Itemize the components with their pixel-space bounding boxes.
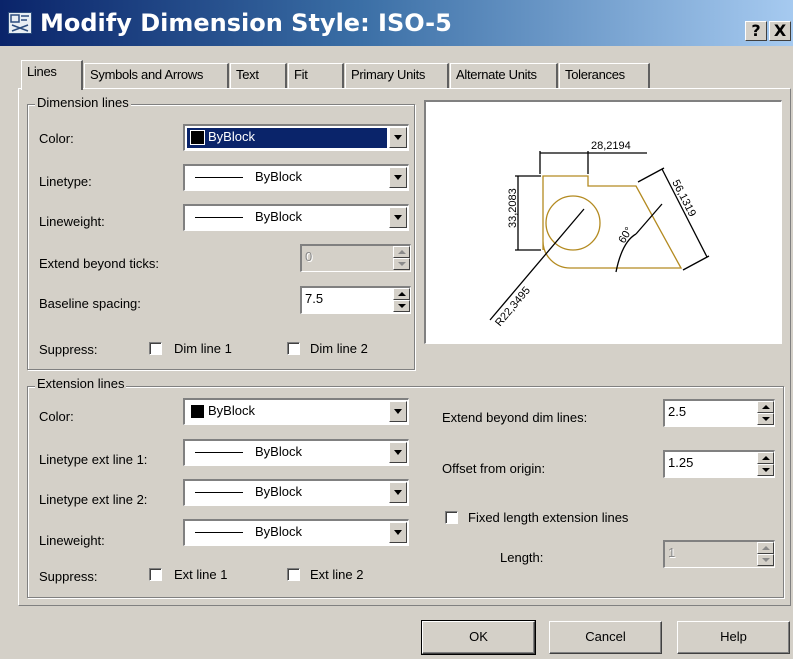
ext-linetype-1-value: ByBlock <box>255 444 302 459</box>
ext-line-2-label: Ext line 2 <box>310 567 364 582</box>
chevron-down-icon[interactable] <box>389 167 407 188</box>
ext-linetype-1-label: Linetype ext line 1: <box>39 452 148 467</box>
dim-line-1-checkbox[interactable] <box>149 342 162 355</box>
linetype-sample <box>195 492 243 493</box>
fixed-length-checkbox[interactable] <box>445 511 458 524</box>
spin-up-icon[interactable] <box>393 288 410 300</box>
help-title-button[interactable]: ? <box>745 21 767 41</box>
extend-beyond-dim-lines-value: 2.5 <box>668 404 687 419</box>
spin-down-icon[interactable] <box>393 300 410 312</box>
linetype-sample <box>195 177 243 178</box>
baseline-spacing-value: 7.5 <box>305 291 324 306</box>
chevron-down-icon[interactable] <box>389 522 407 543</box>
dim-color-dropdown[interactable]: ByBlock <box>183 124 409 151</box>
tab-alternate-units[interactable]: Alternate Units <box>450 63 558 88</box>
dim-linetype-value: ByBlock <box>255 169 302 184</box>
tab-primary-units[interactable]: Primary Units <box>345 63 449 88</box>
ext-color-value: ByBlock <box>208 403 255 418</box>
tab-fit[interactable]: Fit <box>288 63 344 88</box>
chevron-down-icon[interactable] <box>389 207 407 228</box>
ext-line-2-checkbox[interactable] <box>287 568 300 581</box>
ext-linetype-2-dropdown[interactable]: ByBlock <box>183 479 409 506</box>
extend-beyond-dim-lines-spinner[interactable]: 2.5 <box>663 399 775 427</box>
spin-down-icon[interactable] <box>757 464 774 476</box>
spin-up-icon[interactable] <box>757 401 774 413</box>
tab-text[interactable]: Text <box>230 63 287 88</box>
dim-line-2-checkbox[interactable] <box>287 342 300 355</box>
color-swatch <box>190 130 205 145</box>
tab-tolerances[interactable]: Tolerances <box>559 63 650 88</box>
lineweight-sample <box>195 532 243 533</box>
spin-up-icon[interactable] <box>757 452 774 464</box>
offset-from-origin-label: Offset from origin: <box>442 461 546 476</box>
fixed-length-label: Fixed length extension lines <box>468 510 629 525</box>
ext-linetype-2-value: ByBlock <box>255 484 302 499</box>
dim-left-text: 33,2083 <box>507 188 519 228</box>
dim-linetype-dropdown[interactable]: ByBlock <box>183 164 409 191</box>
chevron-down-icon[interactable] <box>389 127 407 148</box>
dim-line-1-label: Dim line 1 <box>174 341 232 356</box>
help-button[interactable]: Help <box>677 621 790 654</box>
dimension-preview: 28,2194 33,2083 56,1319 60° R22,3495 <box>424 100 782 344</box>
length-spinner: 1 <box>663 540 775 568</box>
close-button[interactable]: X <box>769 21 791 41</box>
angle-text: 60° <box>616 225 635 245</box>
baseline-spacing-label: Baseline spacing: <box>39 296 141 311</box>
window-title: Modify Dimension Style: ISO-5 <box>40 9 452 37</box>
ext-color-dropdown[interactable]: ByBlock <box>183 398 409 425</box>
spin-down-icon <box>757 554 774 566</box>
offset-from-origin-spinner[interactable]: 1.25 <box>663 450 775 478</box>
color-swatch <box>191 405 204 418</box>
extend-beyond-dim-lines-label: Extend beyond dim lines: <box>442 410 588 425</box>
spin-up-icon <box>393 246 410 258</box>
ok-button[interactable]: OK <box>421 620 536 655</box>
length-value: 1 <box>668 545 676 560</box>
ext-line-1-label: Ext line 1 <box>174 567 228 582</box>
chevron-down-icon[interactable] <box>389 442 407 463</box>
dim-linetype-label: Linetype: <box>39 174 92 189</box>
dim-color-label: Color: <box>39 131 74 146</box>
dim-top-text: 28,2194 <box>591 140 631 152</box>
dim-color-value: ByBlock <box>208 129 255 144</box>
app-icon <box>8 12 32 34</box>
ext-color-label: Color: <box>39 409 74 424</box>
dim-lineweight-dropdown[interactable]: ByBlock <box>183 204 409 231</box>
dim-suppress-label: Suppress: <box>39 342 98 357</box>
spin-up-icon <box>757 542 774 554</box>
spin-down-icon[interactable] <box>757 413 774 425</box>
spin-down-icon <box>393 258 410 270</box>
lineweight-sample <box>195 217 243 218</box>
ext-lineweight-dropdown[interactable]: ByBlock <box>183 519 409 546</box>
ext-linetype-1-dropdown[interactable]: ByBlock <box>183 439 409 466</box>
baseline-spacing-spinner[interactable]: 7.5 <box>300 286 411 314</box>
extend-beyond-ticks-label: Extend beyond ticks: <box>39 256 159 271</box>
dim-line-2-label: Dim line 2 <box>310 341 368 356</box>
extend-beyond-ticks-value: 0 <box>305 249 313 264</box>
chevron-down-icon[interactable] <box>389 482 407 503</box>
radius-text: R22,3495 <box>493 285 533 329</box>
extend-beyond-ticks-spinner: 0 <box>300 244 411 272</box>
chevron-down-icon[interactable] <box>389 401 407 422</box>
preview-drawing: 28,2194 33,2083 56,1319 60° R22,3495 <box>489 140 710 329</box>
dim-lineweight-label: Lineweight: <box>39 214 105 229</box>
tab-symbols-and-arrows[interactable]: Symbols and Arrows <box>84 63 229 88</box>
offset-from-origin-value: 1.25 <box>668 455 694 470</box>
dim-lineweight-value: ByBlock <box>255 209 302 224</box>
dimension-lines-legend: Dimension lines <box>35 95 131 110</box>
ext-lineweight-label: Lineweight: <box>39 533 105 548</box>
tab-lines[interactable]: Lines <box>21 60 83 90</box>
extension-lines-legend: Extension lines <box>35 376 127 391</box>
ext-suppress-label: Suppress: <box>39 569 98 584</box>
linetype-sample <box>195 452 243 453</box>
cancel-button[interactable]: Cancel <box>549 621 662 654</box>
ext-line-1-checkbox[interactable] <box>149 568 162 581</box>
ext-linetype-2-label: Linetype ext line 2: <box>39 492 148 507</box>
ext-lineweight-value: ByBlock <box>255 524 302 539</box>
length-label: Length: <box>500 550 544 565</box>
